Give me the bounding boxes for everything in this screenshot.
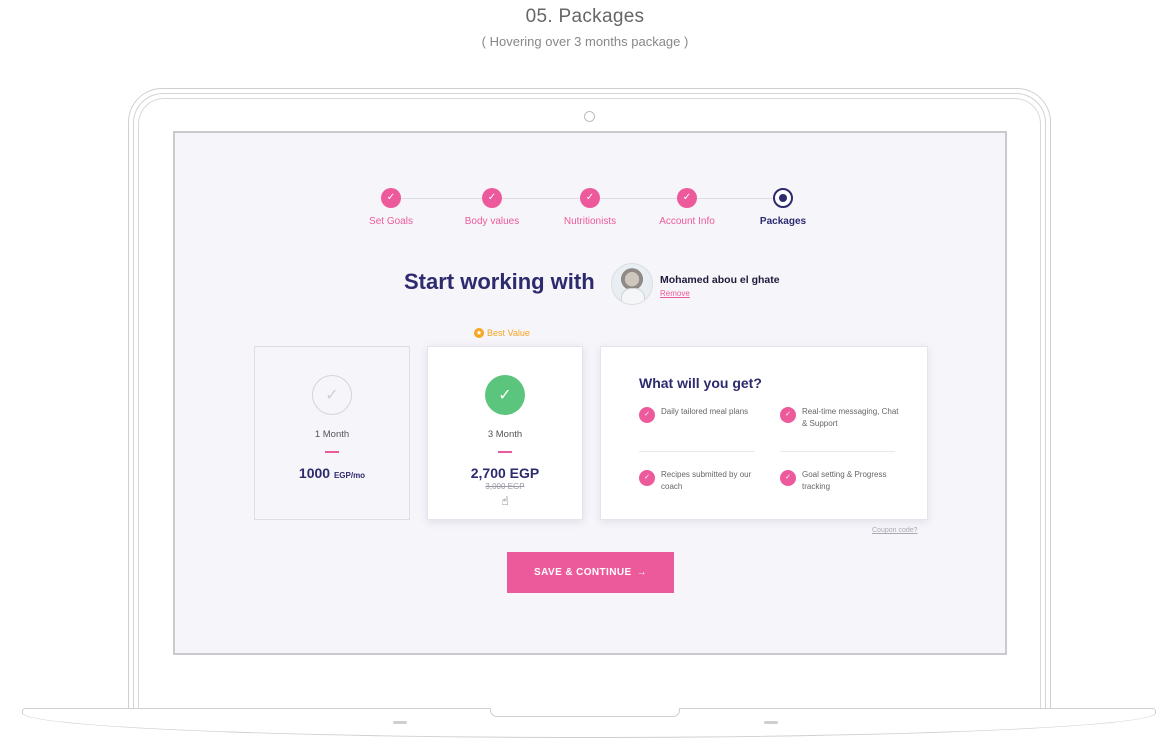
- best-value-badge: ★ Best Value: [474, 328, 530, 338]
- benefit-item: ✓ Goal setting & Progress tracking: [780, 469, 900, 493]
- step-packages[interactable]: Packages: [728, 188, 838, 227]
- save-continue-button[interactable]: SAVE & CONTINUE →: [507, 552, 674, 593]
- save-continue-label: SAVE & CONTINUE: [534, 567, 632, 578]
- check-icon: ✓: [580, 188, 600, 208]
- laptop-foot: [393, 721, 407, 724]
- step-nutritionists[interactable]: ✓ Nutritionists: [535, 188, 645, 227]
- check-icon: ✓: [381, 188, 401, 208]
- divider: [639, 451, 754, 452]
- laptop-notch: [490, 708, 680, 717]
- package-name: 3 Month: [487, 429, 523, 440]
- remove-coach-link[interactable]: Remove: [660, 289, 690, 298]
- check-icon: ✓: [677, 188, 697, 208]
- best-value-label: Best Value: [487, 328, 530, 338]
- laptop-foot: [764, 721, 778, 724]
- hand-cursor-icon: ☝: [501, 494, 509, 508]
- page-subtitle: ( Hovering over 3 months package ): [481, 34, 689, 49]
- check-icon: ✓: [780, 470, 796, 486]
- step-set-goals[interactable]: ✓ Set Goals: [336, 188, 446, 227]
- benefit-item: ✓ Recipes submitted by our coach: [639, 469, 759, 493]
- check-icon: ✓: [485, 375, 525, 415]
- package-card-3-month[interactable]: ✓ 3 Month 2,700 EGP 3,000 EGP ☝: [427, 346, 583, 520]
- package-name: 1 Month: [314, 429, 350, 440]
- check-icon: ✓: [780, 407, 796, 423]
- coupon-code-link[interactable]: Coupon code?: [872, 527, 918, 534]
- package-divider: [325, 451, 339, 453]
- step-label: Account Info: [659, 216, 715, 227]
- check-icon: ✓: [312, 375, 352, 415]
- star-icon: ★: [474, 328, 484, 338]
- step-label: Packages: [759, 216, 807, 227]
- avatar: [611, 263, 653, 305]
- page-title: 05. Packages: [525, 6, 645, 27]
- check-icon: ✓: [639, 470, 655, 486]
- package-divider: [498, 451, 512, 453]
- benefit-item: ✓ Daily tailored meal plans: [639, 406, 759, 423]
- check-icon: ✓: [639, 407, 655, 423]
- step-label: Set Goals: [369, 216, 413, 227]
- benefits-card: What will you get? ✓ Daily tailored meal…: [600, 346, 928, 520]
- camera-icon: [584, 111, 595, 122]
- radio-current-icon: [773, 188, 793, 208]
- arrow-right-icon: →: [636, 567, 647, 578]
- step-account-info[interactable]: ✓ Account Info: [632, 188, 742, 227]
- package-old-price: 3,000 EGP: [485, 482, 525, 491]
- benefits-title: What will you get?: [639, 375, 762, 391]
- check-icon: ✓: [482, 188, 502, 208]
- app-screen: ✓ Set Goals ✓ Body values ✓ Nutritionist…: [173, 131, 1007, 655]
- start-working-heading: Start working with: [404, 269, 595, 294]
- package-price: 2,700 EGP: [470, 465, 540, 481]
- step-label: Body values: [464, 216, 520, 227]
- coach-name: Mohamed abou el ghate: [660, 274, 780, 286]
- step-label: Nutritionists: [563, 216, 617, 227]
- benefit-item: ✓ Real-time messaging, Chat & Support: [780, 406, 900, 430]
- package-price: 1000 EGP/mo: [298, 465, 366, 481]
- package-card-1-month[interactable]: ✓ 1 Month 1000 EGP/mo: [254, 346, 410, 520]
- divider: [780, 451, 895, 452]
- step-body-values[interactable]: ✓ Body values: [437, 188, 547, 227]
